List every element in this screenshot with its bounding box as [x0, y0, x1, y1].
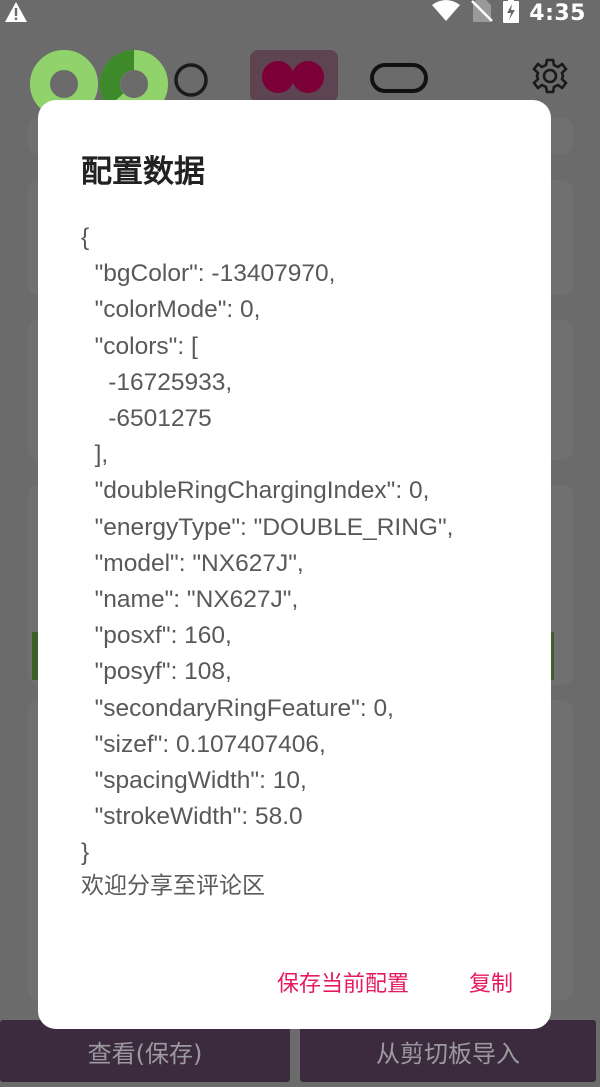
share-note: 欢迎分享至评论区	[81, 873, 265, 899]
single-ring-icon[interactable]	[173, 62, 209, 102]
double-dot-icon[interactable]	[250, 50, 338, 102]
pill-icon[interactable]	[370, 63, 428, 97]
save-config-button[interactable]: 保存当前配置	[277, 966, 409, 998]
dialog-title: 配置数据	[81, 154, 205, 190]
gear-icon[interactable]	[532, 58, 568, 98]
import-clipboard-button[interactable]: 从剪切板导入	[300, 1020, 596, 1082]
copy-button[interactable]: 复制	[469, 966, 513, 998]
style-toolbar	[0, 49, 600, 118]
config-json-text: { "bgColor": -13407970, "colorMode": 0, …	[81, 224, 454, 867]
bottom-actions: 查看(保存) 从剪切板导入	[0, 1020, 600, 1087]
dialog-actions: 保存当前配置 复制	[277, 966, 513, 998]
import-clipboard-label: 从剪切板导入	[376, 1039, 520, 1068]
config-data-dialog: 配置数据 { "bgColor": -13407970, "colorMode"…	[38, 100, 551, 1029]
view-save-button[interactable]: 查看(保存)	[0, 1020, 290, 1082]
view-save-label: 查看(保存)	[87, 1039, 203, 1068]
